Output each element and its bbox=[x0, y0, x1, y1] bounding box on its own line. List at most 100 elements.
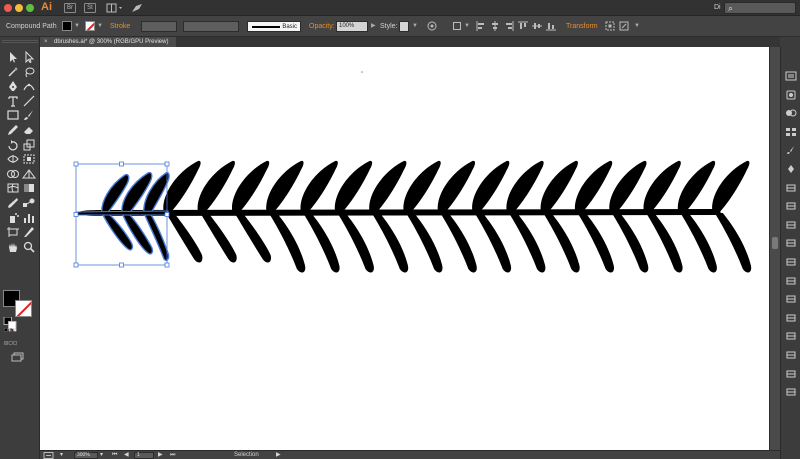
opacity-panel-link[interactable]: Opacity: bbox=[309, 16, 335, 37]
search-input[interactable]: ⌕ bbox=[724, 2, 796, 14]
magic-wand-icon[interactable] bbox=[6, 66, 20, 78]
graph-icon[interactable] bbox=[22, 212, 36, 224]
libraries-icon[interactable] bbox=[785, 90, 797, 100]
swatches-icon[interactable] bbox=[785, 127, 797, 137]
bounding-box-handle[interactable] bbox=[164, 161, 170, 167]
bounding-box-handle[interactable] bbox=[119, 262, 124, 268]
scale-icon[interactable] bbox=[22, 139, 36, 151]
fern-brush-artwork[interactable] bbox=[40, 47, 769, 450]
bounding-box-handle[interactable] bbox=[119, 161, 124, 167]
curvature-icon[interactable] bbox=[22, 80, 36, 92]
bridge-button[interactable]: Br bbox=[64, 3, 76, 13]
properties-icon[interactable] bbox=[785, 71, 797, 81]
brush-definition-select[interactable]: Basic bbox=[247, 21, 301, 32]
chevron-down-icon[interactable]: ▼ bbox=[412, 16, 418, 37]
arrange-documents-icon[interactable] bbox=[106, 3, 124, 13]
zoom-icon[interactable] bbox=[22, 241, 36, 253]
rectangle-icon[interactable] bbox=[6, 109, 20, 121]
type-icon[interactable] bbox=[6, 95, 20, 107]
recolor-artwork-icon[interactable] bbox=[427, 21, 437, 31]
align-top-icon[interactable] bbox=[518, 21, 528, 31]
align-icon[interactable] bbox=[785, 331, 797, 341]
panel-grip[interactable] bbox=[2, 40, 38, 43]
direct-selection-icon[interactable] bbox=[22, 51, 36, 63]
next-artboard-icon[interactable]: ▶ bbox=[158, 451, 163, 459]
bounding-box-handle[interactable] bbox=[73, 212, 79, 217]
stroke-swatch[interactable] bbox=[85, 21, 95, 31]
appearance-icon[interactable] bbox=[785, 238, 797, 248]
artboard-number-field[interactable]: 1 bbox=[134, 452, 154, 459]
minimize-window-button[interactable] bbox=[15, 4, 23, 12]
width-icon[interactable] bbox=[6, 153, 20, 165]
paintbrush-icon[interactable] bbox=[22, 109, 36, 121]
asset-export-icon[interactable] bbox=[785, 313, 797, 323]
stroke-panel-link[interactable]: Stroke bbox=[110, 16, 130, 37]
transparency-icon[interactable] bbox=[785, 220, 797, 230]
free-transform-icon[interactable] bbox=[22, 153, 36, 165]
bounding-box-handle[interactable] bbox=[164, 262, 170, 268]
rotate-icon[interactable] bbox=[6, 139, 20, 151]
color-icon[interactable] bbox=[785, 108, 797, 118]
previous-artboard-icon[interactable]: ◀ bbox=[124, 451, 129, 459]
variable-width-profile-select[interactable] bbox=[183, 21, 239, 32]
bounding-box-handle[interactable] bbox=[73, 161, 79, 167]
document-tab[interactable]: × dbrushes.ai* @ 300% (RGB/GPU Preview) bbox=[40, 37, 176, 47]
align-to-icon[interactable] bbox=[452, 21, 462, 31]
chevron-down-icon[interactable]: ▼ bbox=[74, 16, 80, 37]
align-right-icon[interactable] bbox=[504, 21, 514, 31]
screen-mode-icon[interactable] bbox=[11, 351, 25, 362]
stock-button[interactable]: St bbox=[84, 3, 96, 13]
panel-menu-icon[interactable]: ▼ bbox=[634, 16, 640, 37]
blend-icon[interactable] bbox=[22, 197, 36, 209]
graphic-style-swatch[interactable] bbox=[399, 21, 409, 32]
transform-icon[interactable] bbox=[785, 350, 797, 360]
isolate-selected-icon[interactable] bbox=[605, 21, 615, 31]
pencil-icon[interactable] bbox=[6, 124, 20, 136]
edit-contents-icon[interactable] bbox=[619, 21, 629, 31]
zoom-level-field[interactable]: 300% bbox=[74, 452, 98, 459]
stroke-color-box[interactable] bbox=[15, 300, 32, 317]
chevron-down-icon[interactable]: ▼ bbox=[97, 16, 103, 37]
bounding-box-handle[interactable] bbox=[164, 212, 170, 217]
artboards-icon[interactable] bbox=[785, 294, 797, 304]
gradient-icon[interactable] bbox=[22, 182, 36, 194]
align-center-icon[interactable] bbox=[490, 21, 500, 31]
close-window-button[interactable] bbox=[4, 4, 12, 12]
drawing-modes-buttons[interactable] bbox=[4, 337, 38, 347]
first-artboard-icon[interactable]: ⏮ bbox=[112, 451, 117, 459]
artboard-icon[interactable] bbox=[6, 226, 20, 238]
chevron-down-icon[interactable]: ▾ bbox=[60, 451, 63, 459]
slice-icon[interactable] bbox=[22, 226, 36, 238]
symbol-sprayer-icon[interactable] bbox=[6, 212, 20, 224]
align-left-icon[interactable] bbox=[476, 21, 486, 31]
selection-icon[interactable] bbox=[6, 51, 20, 63]
chevron-right-icon[interactable]: ▶ bbox=[371, 16, 376, 37]
links-icon[interactable] bbox=[785, 387, 797, 397]
artboard-canvas[interactable] bbox=[40, 47, 769, 450]
pen-icon[interactable] bbox=[6, 80, 20, 92]
lasso-icon[interactable] bbox=[22, 66, 36, 78]
chevron-down-icon[interactable]: ▼ bbox=[464, 16, 470, 37]
perspective-icon[interactable] bbox=[22, 168, 36, 180]
layers-icon[interactable] bbox=[785, 276, 797, 286]
symbols-icon[interactable] bbox=[785, 164, 797, 174]
scrollbar-thumb[interactable] bbox=[772, 237, 778, 249]
status-menu-icon[interactable]: ▶ bbox=[276, 451, 281, 459]
eyedropper-icon[interactable] bbox=[6, 197, 20, 209]
line-icon[interactable] bbox=[22, 95, 36, 107]
opacity-field[interactable]: 100% bbox=[336, 21, 368, 32]
shape-builder-icon[interactable] bbox=[6, 168, 20, 180]
chevron-down-icon[interactable]: ▾ bbox=[100, 451, 103, 459]
fern-shape[interactable] bbox=[75, 160, 752, 273]
bounding-box-handle[interactable] bbox=[73, 262, 79, 268]
transform-panel-link[interactable]: Transform bbox=[566, 16, 598, 37]
eraser-icon[interactable] bbox=[22, 124, 36, 136]
mesh-icon[interactable] bbox=[6, 182, 20, 194]
history-icon[interactable] bbox=[43, 451, 55, 459]
align-bottom-icon[interactable] bbox=[546, 21, 556, 31]
gradient-icon[interactable] bbox=[785, 201, 797, 211]
vertical-scrollbar[interactable] bbox=[769, 47, 780, 450]
gpu-performance-icon[interactable] bbox=[131, 3, 143, 13]
hand-icon[interactable] bbox=[6, 241, 20, 253]
stroke-weight-field[interactable] bbox=[141, 21, 177, 32]
